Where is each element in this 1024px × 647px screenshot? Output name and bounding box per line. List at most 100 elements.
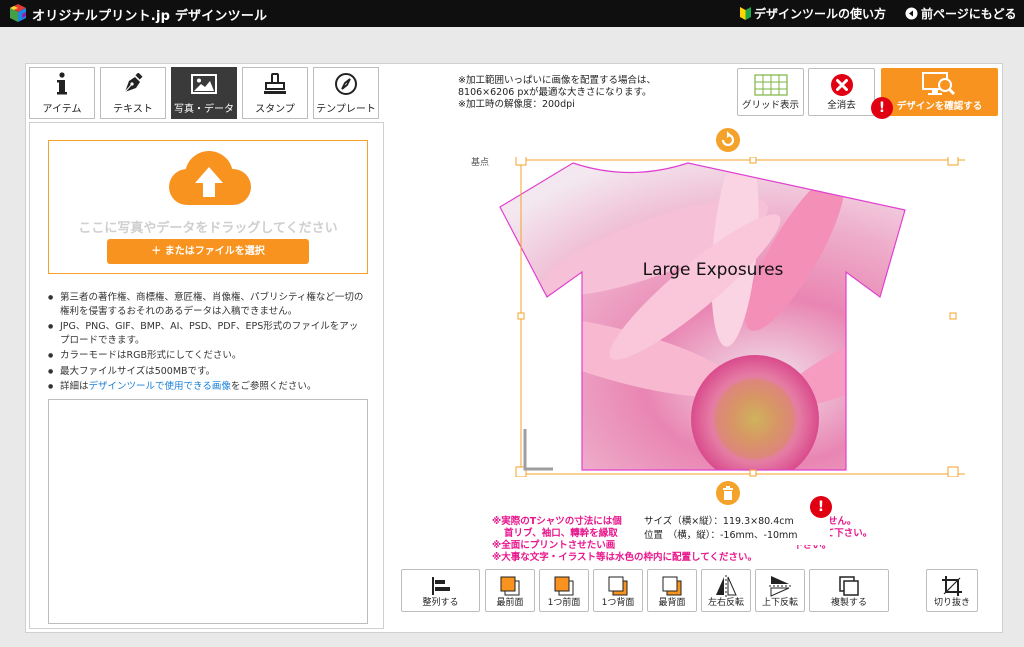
flip-horizontal-label: 左右反転 <box>707 598 744 608</box>
usable-images-link[interactable]: デザインツールで使用できる画像 <box>89 381 231 392</box>
tab-stamp[interactable]: スタンプ <box>242 67 308 119</box>
flip-horizontal-button[interactable]: 左右反転 <box>701 569 751 612</box>
resize-handle-bottom[interactable] <box>749 469 757 477</box>
uploaded-images-area <box>48 399 368 624</box>
resize-handle-top[interactable] <box>749 157 757 164</box>
help-link-label: デザインツールの使い方 <box>754 7 887 21</box>
photo-data-panel: ここに写真やデータをドラッグしてください ＋ またはファイルを選択 第三者の著作… <box>29 122 384 629</box>
tab-text-label: テキスト <box>113 104 153 115</box>
pen-icon <box>124 73 143 93</box>
corner-guide <box>523 429 553 471</box>
send-back-icon <box>662 576 682 596</box>
confirm-alert-badge: ! <box>871 97 893 119</box>
info-icon <box>57 72 67 95</box>
duplicate-icon <box>839 576 859 596</box>
choose-file-button[interactable]: ＋ またはファイルを選択 <box>107 239 309 264</box>
crop-icon <box>942 576 962 596</box>
resize-handle-top-right[interactable] <box>947 157 959 166</box>
design-text[interactable]: Large Exposures <box>643 260 784 280</box>
crop-label: 切り抜き <box>933 598 970 608</box>
tab-photo-data-label: 写真・データ <box>174 104 234 115</box>
tab-stamp-label: スタンプ <box>255 104 295 115</box>
warning-2a: 首リブ、袖口、轉幹を縁取 <box>504 528 618 539</box>
tab-template-label: テンプレート <box>316 104 376 115</box>
align-button[interactable]: 整列する <box>401 569 480 612</box>
send-backward-icon <box>608 576 628 596</box>
stamp-icon <box>264 73 286 94</box>
back-link[interactable]: 前ページにもどる <box>905 5 1017 22</box>
confirm-design-label: デザインを確認する <box>896 101 983 112</box>
upload-dropzone[interactable]: ここに写真やデータをドラッグしてください ＋ またはファイルを選択 <box>48 140 368 274</box>
canvas-note-line3: ※加工時の解像度：200dpi <box>458 99 575 110</box>
warning-alert-badge: ! <box>810 496 832 518</box>
grid-toggle-button[interactable]: グリッド表示 <box>737 68 804 116</box>
align-icon <box>431 577 450 595</box>
rotate-icon[interactable] <box>715 127 741 153</box>
size-readout: サイズ（横×縦）：119.3×80.4cm <box>644 516 794 527</box>
duplicate-button[interactable]: 複製する <box>809 569 889 612</box>
trash-icon[interactable] <box>715 480 741 506</box>
editor-panel: アイテム テキスト 写真・データ スタンプ テンプレート ここに写真やデータをド… <box>25 63 1003 633</box>
tool-tabs: アイテム テキスト 写真・データ スタンプ テンプレート <box>29 67 384 119</box>
duplicate-label: 複製する <box>830 598 867 608</box>
bring-forward-label: 1つ前面 <box>547 598 581 608</box>
resize-handle-left[interactable] <box>517 312 525 320</box>
back-arrow-icon <box>905 7 918 20</box>
bring-front-button[interactable]: 最前面 <box>485 569 535 612</box>
clear-all-label: 全消去 <box>827 100 856 111</box>
send-backward-label: 1つ背面 <box>601 598 635 608</box>
size-position-box: サイズ（横×縦）：119.3×80.4cm 位置 （横，縦）：-16mm、-10… <box>640 515 830 545</box>
help-link[interactable]: デザインツールの使い方 <box>740 5 886 22</box>
top-bar: オリジナルプリント.jp デザインツール デザインツールの使い方 前ページにもど… <box>0 0 1024 27</box>
canvas-note: ※加工範囲いっぱいに画像を配置する場合は、 8106×6206 pxが最適な大き… <box>458 75 656 111</box>
flip-vertical-button[interactable]: 上下反転 <box>755 569 805 612</box>
resize-handle-bottom-right[interactable] <box>947 466 959 477</box>
note-formats: JPG、PNG、GIF、BMP、AI、PSD、PDF、EPS形式のファイルをアッ… <box>48 320 366 347</box>
logo-icon <box>10 4 26 22</box>
bring-front-label: 最前面 <box>496 598 524 608</box>
flip-vertical-icon <box>769 576 791 597</box>
send-backward-button[interactable]: 1つ背面 <box>593 569 643 612</box>
bring-front-icon <box>500 576 520 596</box>
note-colormode: カラーモードはRGB形式にしてください。 <box>48 349 366 363</box>
grid-icon <box>754 74 788 96</box>
send-back-label: 最背面 <box>658 598 686 608</box>
clear-icon <box>831 74 853 96</box>
note-details-suffix: をご参照ください。 <box>230 381 317 392</box>
crop-button[interactable]: 切り抜き <box>926 569 978 612</box>
grid-toggle-label: グリッド表示 <box>741 100 799 111</box>
confirm-design-button[interactable]: デザインを確認する <box>881 68 998 116</box>
clear-all-button[interactable]: 全消去 <box>808 68 875 116</box>
tab-template[interactable]: テンプレート <box>313 67 379 119</box>
tshirt-print-image <box>500 163 905 470</box>
note-details-prefix: 詳細は <box>60 381 89 392</box>
compass-icon <box>335 73 357 95</box>
resize-handle-right[interactable] <box>949 312 957 320</box>
design-canvas[interactable]: Large Exposures <box>495 157 965 477</box>
canvas-note-line1: ※加工範囲いっぱいに画像を配置する場合は、 <box>458 75 656 86</box>
warning-4: ※大事な文字・イラスト等は水色の枠内に配置してください。 <box>492 552 757 563</box>
tab-text[interactable]: テキスト <box>100 67 166 119</box>
beginner-mark-icon <box>740 7 751 20</box>
flip-horizontal-icon <box>716 575 737 597</box>
align-label: 整列する <box>422 598 459 608</box>
note-filesize: 最大ファイルサイズは500MBです。 <box>48 365 366 379</box>
position-readout: 位置 （横，縦）：-16mm、-10mm <box>644 530 798 541</box>
warning-3a: ※全面にプリントさせたい画 <box>492 540 616 551</box>
warning-1a: ※実際のTシャツの寸法には個 <box>492 516 622 527</box>
monitor-search-icon <box>922 72 956 96</box>
brand-title: オリジナルプリント.jp デザインツール <box>32 9 268 24</box>
bring-forward-button[interactable]: 1つ前面 <box>539 569 589 612</box>
upload-notes: 第三者の著作権、商標権、意匠権、肖像権、パブリシティ権など一切の権利を侵害するお… <box>48 291 366 396</box>
back-link-label: 前ページにもどる <box>921 7 1017 21</box>
resize-handle-top-left[interactable] <box>515 157 527 166</box>
send-back-button[interactable]: 最背面 <box>647 569 697 612</box>
image-icon <box>191 74 217 94</box>
canvas-note-line2: 8106×6206 pxが最適な大きさになります。 <box>458 87 652 98</box>
anchor-point-label: 基点 <box>471 158 490 168</box>
tab-photo-data[interactable]: 写真・データ <box>171 67 237 119</box>
dropzone-text: ここに写真やデータをドラッグしてください <box>78 221 338 236</box>
note-copyright: 第三者の著作権、商標権、意匠権、肖像権、パブリシティ権など一切の権利を侵害するお… <box>48 291 366 318</box>
tab-item[interactable]: アイテム <box>29 67 95 119</box>
tab-item-label: アイテム <box>42 104 82 115</box>
